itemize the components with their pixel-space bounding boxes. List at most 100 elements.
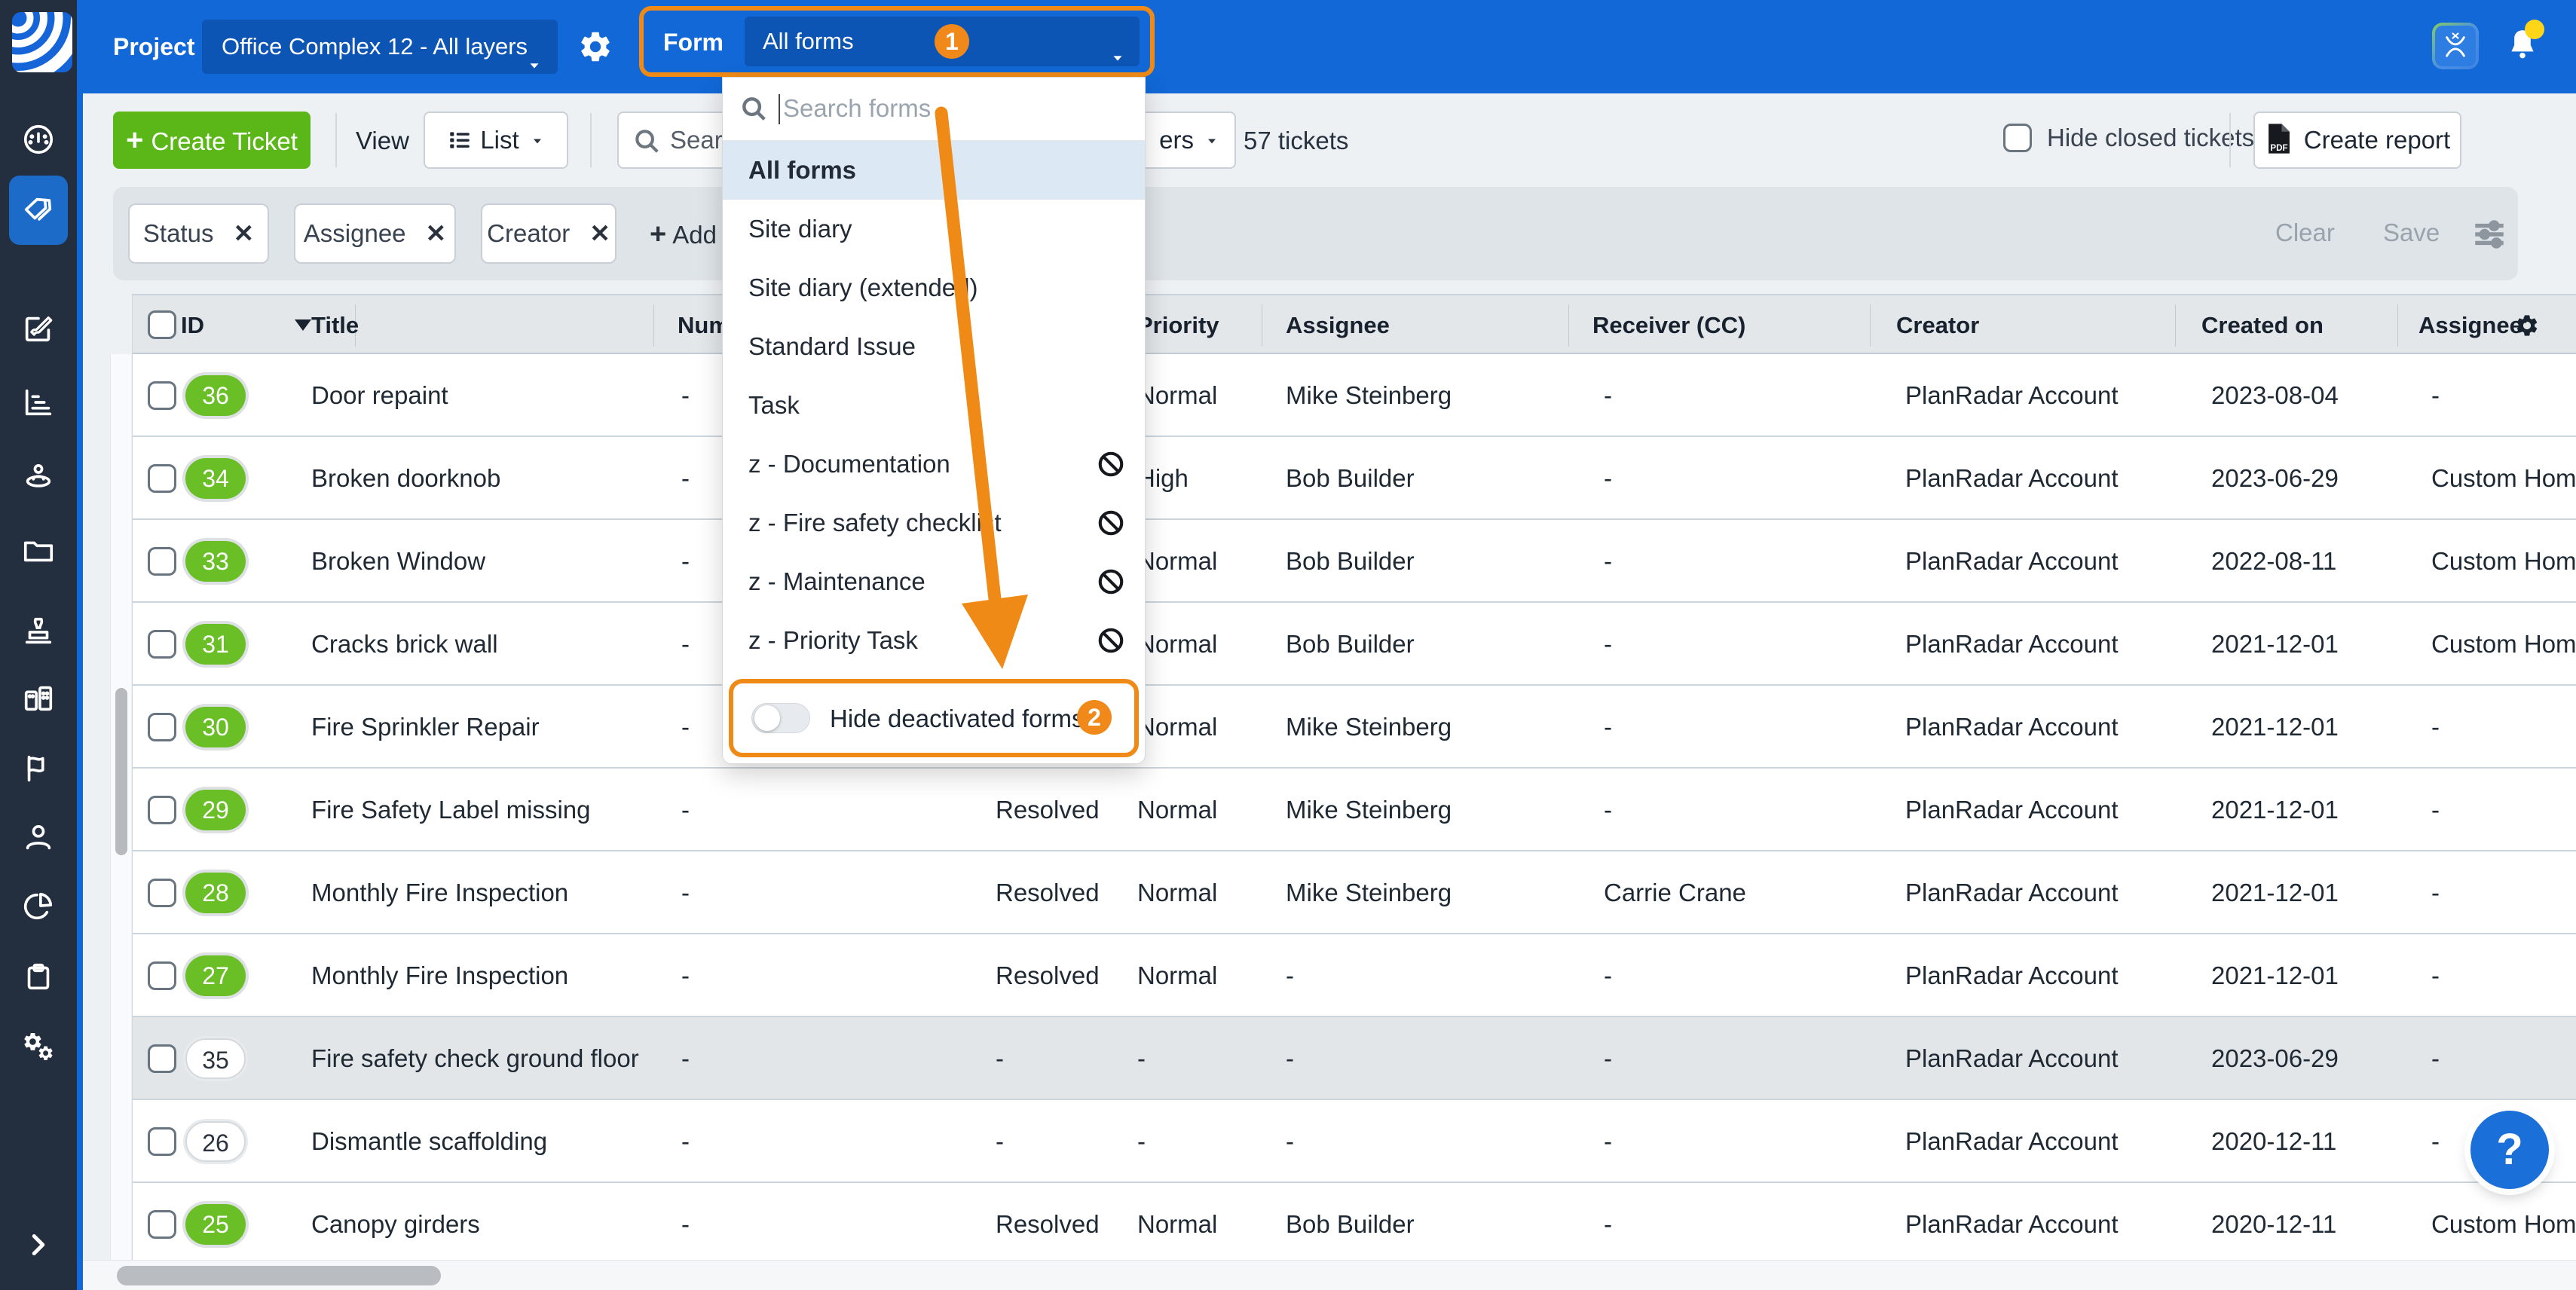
tickets-icon[interactable] bbox=[21, 193, 56, 228]
cell-priority: Normal bbox=[1137, 934, 1217, 1017]
filter-chip-creator[interactable]: Creator✕ bbox=[481, 203, 616, 264]
form-option[interactable]: z - Fire safety checklist bbox=[723, 494, 1145, 552]
close-icon[interactable]: ✕ bbox=[589, 219, 610, 247]
planradar-logo[interactable] bbox=[12, 12, 72, 72]
table-row[interactable]: 35 Fire safety check ground floor - - - … bbox=[133, 1017, 2576, 1100]
form-option[interactable]: Task bbox=[723, 376, 1145, 435]
table-row[interactable]: 36 Door repaint - Normal Mike Steinberg … bbox=[133, 354, 2576, 437]
view-mode-value: List bbox=[480, 126, 519, 154]
table-row[interactable]: 30 Fire Sprinkler Repair - Normal Mike S… bbox=[133, 686, 2576, 769]
vertical-scrollbar-thumb[interactable] bbox=[115, 688, 127, 855]
row-checkbox[interactable] bbox=[148, 713, 176, 741]
help-button[interactable]: ? bbox=[2470, 1111, 2549, 1189]
table-row[interactable]: 34 Broken doorknob - High Bob Builder - … bbox=[133, 437, 2576, 520]
ticket-id-badge: 35 bbox=[185, 1038, 246, 1079]
table-row[interactable]: 31 Cracks brick wall - Normal Bob Builde… bbox=[133, 603, 2576, 686]
horizontal-scrollbar-track[interactable] bbox=[83, 1260, 2576, 1290]
row-checkbox[interactable] bbox=[148, 630, 176, 659]
pdf-file-icon: PDF bbox=[2265, 122, 2293, 155]
cell-created-on: 2023-08-04 bbox=[2211, 354, 2339, 437]
col-assignee[interactable]: Assignee bbox=[1286, 295, 1390, 356]
filter-settings-sliders-icon[interactable] bbox=[2470, 216, 2508, 253]
flag-icon[interactable] bbox=[21, 751, 56, 786]
save-filters-button[interactable]: Save bbox=[2383, 219, 2440, 247]
ticket-id-badge: 27 bbox=[185, 955, 246, 996]
documents-folder-icon[interactable] bbox=[21, 533, 56, 567]
row-checkbox[interactable] bbox=[148, 961, 176, 990]
table-row[interactable]: 26 Dismantle scaffolding - - - - - PlanR… bbox=[133, 1100, 2576, 1183]
stats-icon[interactable] bbox=[21, 385, 56, 420]
pie-chart-icon[interactable] bbox=[21, 889, 56, 924]
sidebar-expand-chevron-icon[interactable] bbox=[21, 1227, 56, 1262]
cell-created-on: 2022-08-11 bbox=[2211, 520, 2336, 603]
form-option[interactable]: Site diary bbox=[723, 200, 1145, 258]
select-all-checkbox[interactable] bbox=[148, 310, 176, 339]
col-assignee-extra[interactable]: Assignee' bbox=[2418, 295, 2528, 356]
form-option[interactable]: Standard Issue bbox=[723, 317, 1145, 376]
col-creator[interactable]: Creator bbox=[1896, 295, 1979, 356]
col-receiver[interactable]: Receiver (CC) bbox=[1592, 295, 1745, 356]
view-mode-select[interactable]: List bbox=[424, 112, 568, 169]
table-row[interactable]: 28 Monthly Fire Inspection - Resolved No… bbox=[133, 851, 2576, 934]
hide-deactivated-toggle[interactable] bbox=[751, 703, 810, 733]
app-switcher-icon[interactable] bbox=[2432, 23, 2479, 69]
settings-gears-icon[interactable] bbox=[21, 1030, 56, 1065]
column-settings-gear-icon[interactable] bbox=[2514, 313, 2540, 338]
close-icon[interactable]: ✕ bbox=[426, 219, 447, 247]
horizontal-scrollbar-thumb[interactable] bbox=[117, 1266, 441, 1285]
cell-creator: PlanRadar Account bbox=[1905, 1100, 2119, 1183]
col-priority[interactable]: Priority bbox=[1137, 295, 1219, 356]
table-row[interactable]: 29 Fire Safety Label missing - Resolved … bbox=[133, 769, 2576, 851]
row-checkbox[interactable] bbox=[148, 464, 176, 493]
project-select[interactable]: Office Complex 12 - All layers bbox=[202, 20, 558, 74]
user-icon[interactable] bbox=[21, 820, 56, 854]
clear-filters-button[interactable]: Clear bbox=[2275, 219, 2335, 247]
cell-creator: PlanRadar Account bbox=[1905, 520, 2119, 603]
form-option[interactable]: All forms bbox=[723, 141, 1145, 200]
notifications-bell-icon[interactable] bbox=[2504, 24, 2541, 65]
create-ticket-button[interactable]: +Create Ticket bbox=[113, 112, 311, 169]
form-option[interactable]: z - Documentation bbox=[723, 435, 1145, 494]
row-checkbox[interactable] bbox=[148, 1210, 176, 1239]
cell-creator: PlanRadar Account bbox=[1905, 603, 2119, 686]
sidebar-accent-strip bbox=[77, 0, 83, 1290]
project-settings-gear-icon[interactable] bbox=[577, 29, 613, 65]
vertical-scrollbar-track[interactable] bbox=[110, 354, 131, 1260]
form-option[interactable]: Site diary (extended) bbox=[723, 258, 1145, 317]
form-select[interactable]: All forms 1 bbox=[745, 17, 1140, 66]
clipboard-icon[interactable] bbox=[21, 959, 56, 994]
sort-descending-icon[interactable] bbox=[295, 319, 311, 331]
table-row[interactable]: 25 Canopy girders - Resolved Normal Bob … bbox=[133, 1183, 2576, 1260]
form-option[interactable]: z - Priority Task bbox=[723, 611, 1145, 670]
form-option[interactable]: z - Maintenance bbox=[723, 552, 1145, 611]
row-checkbox[interactable] bbox=[148, 1044, 176, 1073]
buildings-icon[interactable] bbox=[21, 680, 56, 715]
cell-assignee-extra: - bbox=[2431, 851, 2440, 934]
row-checkbox[interactable] bbox=[148, 547, 176, 576]
table-row[interactable]: 33 Broken Window - Normal Bob Builder - … bbox=[133, 520, 2576, 603]
row-checkbox[interactable] bbox=[148, 381, 176, 410]
hide-closed-checkbox[interactable] bbox=[2003, 124, 2032, 152]
add-filter-button[interactable]: +Add bbox=[650, 219, 717, 251]
row-checkbox[interactable] bbox=[148, 1127, 176, 1156]
table-row[interactable]: 27 Monthly Fire Inspection - Resolved No… bbox=[133, 934, 2576, 1017]
close-icon[interactable]: ✕ bbox=[233, 219, 254, 247]
dashboard-icon[interactable] bbox=[21, 122, 56, 157]
plans-edit-icon[interactable] bbox=[21, 311, 56, 346]
filter-chip-status[interactable]: Status✕ bbox=[128, 203, 269, 264]
row-checkbox[interactable] bbox=[148, 879, 176, 907]
hide-closed-tickets[interactable]: Hide closed tickets bbox=[2003, 124, 2254, 152]
col-created-on[interactable]: Created on bbox=[2201, 295, 2324, 356]
col-title[interactable]: Title bbox=[311, 295, 359, 356]
filter-chip-assignee[interactable]: Assignee✕ bbox=[294, 203, 456, 264]
cell-assignee-extra: - bbox=[2431, 354, 2440, 437]
row-checkbox[interactable] bbox=[148, 796, 176, 824]
create-report-button[interactable]: PDFCreate report bbox=[2253, 112, 2461, 169]
site-person-icon[interactable] bbox=[21, 459, 56, 494]
table-header: ID Title Num Priority Assignee Receiver … bbox=[132, 294, 2576, 354]
col-id[interactable]: ID bbox=[181, 295, 204, 356]
form-search-input[interactable] bbox=[783, 81, 1130, 136]
form-search-row[interactable] bbox=[723, 78, 1145, 141]
stamp-icon[interactable] bbox=[21, 613, 56, 648]
plus-icon: + bbox=[650, 219, 666, 250]
